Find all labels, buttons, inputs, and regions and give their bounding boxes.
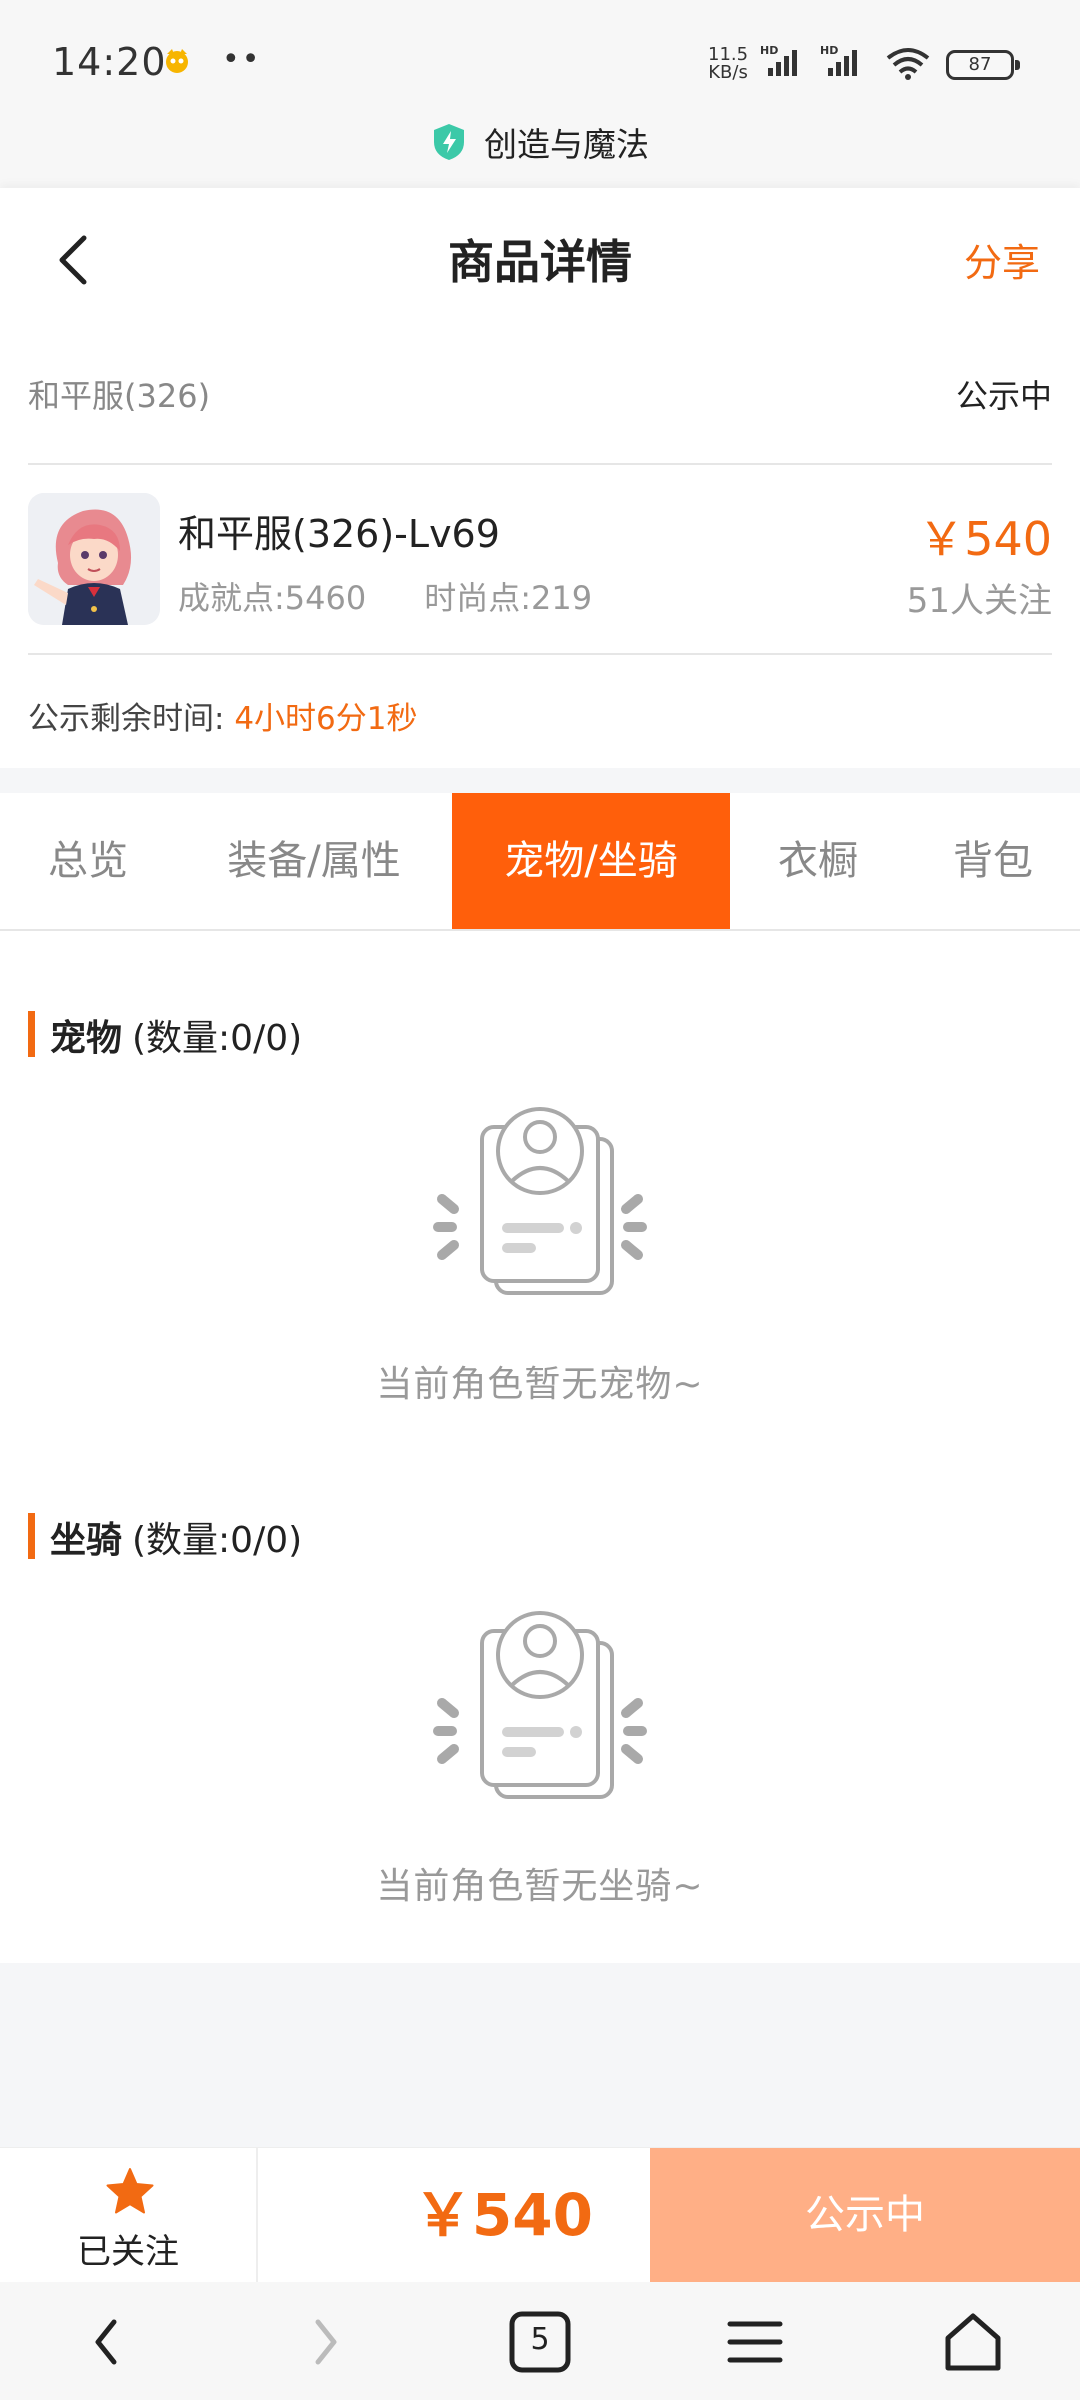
- page-title: 商品详情: [448, 235, 632, 289]
- battery-icon: 87: [946, 50, 1020, 80]
- section-marker: [28, 1513, 35, 1559]
- app-source-bar: 创造与魔法: [0, 118, 1080, 188]
- mounts-section-title: 坐骑 (数量:0/0): [28, 1511, 428, 1561]
- mounts-empty-message: 当前角色暂无坐骑~: [376, 1866, 704, 1907]
- fashion-points: 时尚点:219: [424, 579, 593, 617]
- tab-wardrobe[interactable]: 衣橱: [730, 793, 906, 929]
- pets-section-title: 宠物 (数量:0/0): [28, 1009, 428, 1059]
- listing-status: 公示中: [955, 377, 1052, 415]
- share-button[interactable]: 分享: [964, 232, 1040, 287]
- follower-count: 51人关注: [906, 581, 1052, 621]
- menu-icon[interactable]: [720, 2310, 790, 2374]
- tab-equipment[interactable]: 装备/属性: [176, 793, 452, 929]
- game-name: 创造与魔法: [484, 125, 650, 164]
- tab-backpack[interactable]: 背包: [906, 793, 1080, 929]
- remaining-time-value: 4小时6分1秒: [234, 701, 418, 737]
- server-name: 和平服(326): [28, 377, 211, 415]
- pets-empty-message: 当前角色暂无宠物~: [376, 1364, 704, 1405]
- browser-back-icon[interactable]: [72, 2310, 142, 2374]
- star-icon: [106, 2168, 154, 2214]
- status-bar: 14:20 •• 11.5 KB/s HD HD 87: [0, 0, 1080, 128]
- divider: [28, 653, 1052, 655]
- remaining-time-label: 公示剩余时间:: [28, 701, 225, 737]
- detail-tabs: 总览 装备/属性 宠物/坐骑 衣橱 背包: [0, 793, 1080, 931]
- follow-button[interactable]: 已关注: [0, 2148, 258, 2283]
- signal-hd-icon: HD: [760, 44, 797, 76]
- clock: 14:20: [52, 40, 167, 84]
- svg-text:HD: HD: [760, 44, 778, 57]
- shield-icon: [433, 124, 464, 160]
- item-stats: 成就点:5460 时尚点:219: [178, 573, 592, 619]
- follow-label: 已关注: [77, 2232, 179, 2272]
- tabs-count-button[interactable]: 5: [505, 2310, 575, 2374]
- character-avatar[interactable]: [28, 493, 160, 625]
- tab-overview[interactable]: 总览: [0, 793, 176, 929]
- svg-text:HD: HD: [820, 44, 838, 57]
- pets-mounts-panel: 宠物 (数量:0/0) 当前角色暂无宠物~ 坐骑 (数量:0/0) 当前角色暂无…: [0, 931, 1080, 1963]
- wifi-icon: [886, 48, 930, 80]
- app-notification-icon: [166, 49, 188, 73]
- divider: [28, 463, 1052, 465]
- tab-count: 5: [530, 2322, 550, 2357]
- signal-hd-2-icon: HD: [820, 44, 857, 76]
- empty-profile-icon: [433, 1107, 647, 1295]
- achievement-points: 成就点:5460: [178, 579, 367, 617]
- item-info-card: 和平服(326) 公示中 和平服(326)-Lv69 成就点:5460 时尚点:2…: [0, 323, 1080, 768]
- home-icon[interactable]: [938, 2310, 1008, 2374]
- browser-forward-icon[interactable]: [290, 2310, 360, 2374]
- system-navigation-bar: 5: [0, 2282, 1080, 2400]
- listing-status-button[interactable]: 公示中: [650, 2148, 1080, 2283]
- bottom-price: ￥540: [413, 2181, 593, 2249]
- remaining-time: 公示剩余时间: 4小时6分1秒: [28, 693, 417, 738]
- item-name: 和平服(326)-Lv69: [178, 512, 500, 556]
- page-header: 商品详情 分享: [0, 188, 1080, 323]
- network-speed: 11.5 KB/s: [708, 44, 749, 83]
- empty-profile-icon: [433, 1611, 647, 1799]
- section-marker: [28, 1011, 35, 1057]
- more-notifications-icon: ••: [222, 42, 262, 77]
- item-price: ￥540: [918, 512, 1052, 566]
- tab-pets-mounts[interactable]: 宠物/坐骑: [452, 793, 730, 929]
- bottom-action-bar: 已关注 ￥540 公示中: [0, 2147, 1080, 2283]
